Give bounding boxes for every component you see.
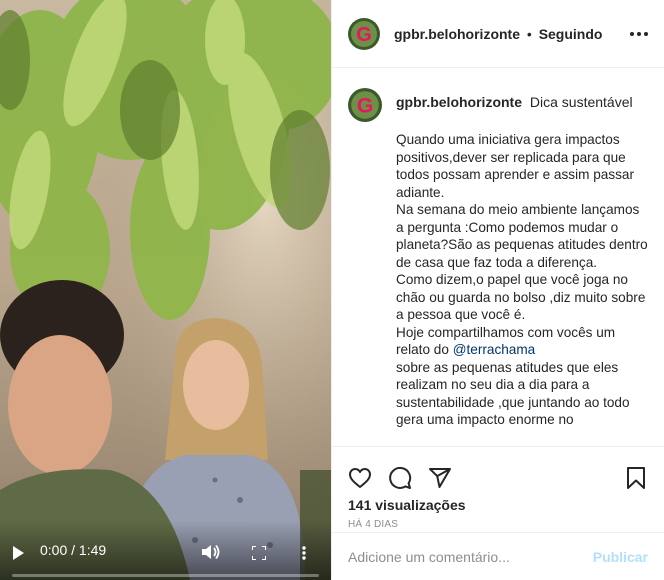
caption: G gpbr.belohorizonte Dica sustentável Qu… bbox=[348, 88, 648, 429]
more-options-icon[interactable] bbox=[630, 31, 648, 36]
video-controls: 0:00 / 1:49 bbox=[0, 520, 331, 580]
volume-icon[interactable] bbox=[202, 544, 220, 560]
publish-button[interactable]: Publicar bbox=[593, 549, 648, 565]
video-progress-bar[interactable] bbox=[12, 574, 319, 577]
more-vertical-icon[interactable] bbox=[302, 546, 306, 560]
caption-username[interactable]: gpbr.belohorizonte bbox=[396, 94, 522, 110]
avatar[interactable]: G bbox=[348, 17, 380, 50]
share-icon bbox=[429, 468, 451, 488]
comments-area[interactable]: G gpbr.belohorizonte Dica sustentável Qu… bbox=[332, 68, 664, 446]
svg-text:G: G bbox=[357, 93, 374, 117]
mention-link[interactable]: @terrachama bbox=[453, 342, 536, 357]
caption-text-part-1: Quando uma iniciativa gera impactos posi… bbox=[396, 132, 648, 357]
post-actions: 141 visualizações HÁ 4 DIAS Publicar bbox=[332, 446, 664, 580]
post-date[interactable]: HÁ 4 DIAS bbox=[332, 513, 664, 530]
comment-form: Publicar bbox=[332, 532, 664, 580]
video-time: 0:00 / 1:49 bbox=[40, 542, 107, 558]
caption-text-part-2: sobre as pequenas atitudes que eles real… bbox=[396, 359, 630, 427]
play-icon[interactable] bbox=[12, 546, 24, 560]
comment-button[interactable] bbox=[388, 466, 412, 490]
fullscreen-icon[interactable] bbox=[252, 546, 266, 560]
svg-text:G: G bbox=[356, 24, 372, 46]
header-separator: • bbox=[526, 25, 532, 42]
save-button[interactable] bbox=[624, 466, 648, 490]
caption-title: Dica sustentável bbox=[529, 94, 633, 110]
post-panel: G gpbr.belohorizonte • Seguindo G gpbr.b… bbox=[331, 0, 664, 580]
views-count[interactable]: 141 visualizações bbox=[332, 497, 664, 513]
share-button[interactable] bbox=[428, 466, 452, 490]
video-player[interactable]: 0:00 / 1:49 bbox=[0, 0, 331, 580]
comment-input[interactable] bbox=[348, 548, 588, 565]
heart-icon bbox=[349, 468, 371, 488]
bookmark-icon bbox=[627, 467, 645, 489]
like-button[interactable] bbox=[348, 466, 372, 490]
caption-avatar[interactable]: G bbox=[348, 88, 382, 122]
post-header: G gpbr.belohorizonte • Seguindo bbox=[332, 0, 664, 68]
header-username[interactable]: gpbr.belohorizonte bbox=[394, 26, 520, 42]
instagram-post: 0:00 / 1:49 G gpbr.belohorizonte • Segui… bbox=[0, 0, 664, 580]
caption-text: Quando uma iniciativa gera impactos posi… bbox=[396, 131, 648, 429]
comment-icon bbox=[389, 467, 412, 489]
video-frame bbox=[0, 0, 331, 580]
follow-status-button[interactable]: Seguindo bbox=[539, 26, 603, 42]
